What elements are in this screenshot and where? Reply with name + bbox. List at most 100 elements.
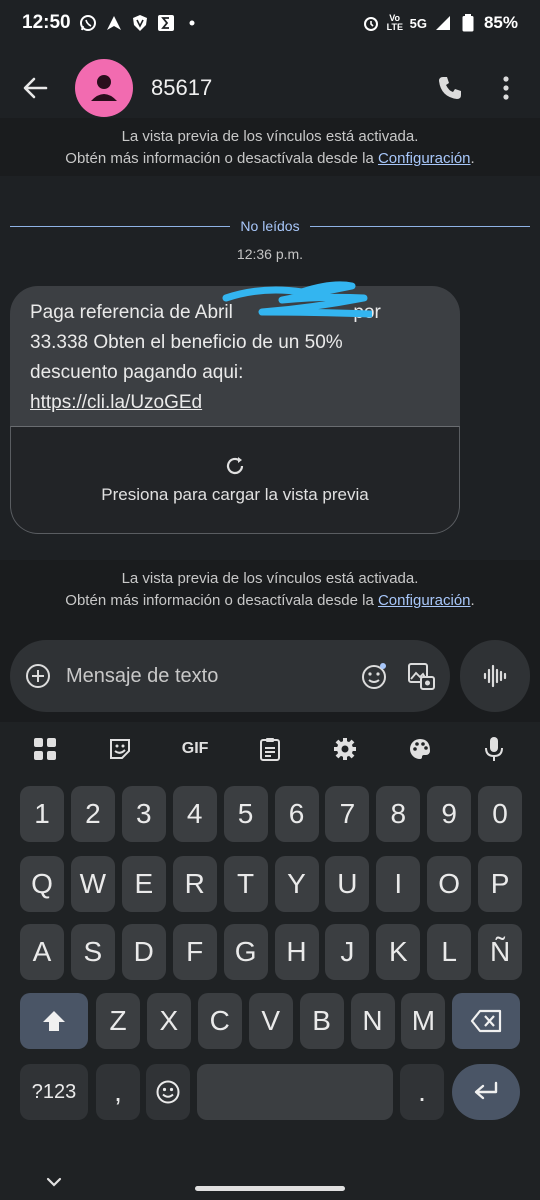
letter-key-j[interactable]: J (325, 924, 370, 980)
emoji-key[interactable] (146, 1064, 190, 1120)
settings-button[interactable] (323, 727, 367, 771)
number-key-0[interactable]: 0 (478, 786, 523, 842)
banner-line-2-bottom: Obtén más información o desactívala desd… (65, 592, 475, 609)
alarm-icon (362, 14, 380, 32)
apps-button[interactable] (23, 727, 67, 771)
letter-key-ñ[interactable]: Ñ (478, 924, 523, 980)
symbols-key[interactable]: ?123 (20, 1064, 88, 1120)
letter-key-v[interactable]: V (248, 993, 293, 1049)
letter-key-t[interactable]: T (223, 856, 268, 912)
volte-label: Vo LTE (386, 13, 403, 32)
number-key-2[interactable]: 2 (70, 786, 115, 842)
refresh-icon (226, 457, 244, 475)
waveform-icon (483, 664, 507, 688)
hide-keyboard-icon[interactable] (44, 1174, 64, 1190)
add-circle-icon (26, 664, 50, 688)
clipboard-button[interactable] (248, 727, 292, 771)
letter-key-q[interactable]: Q (20, 856, 64, 912)
letter-key-l[interactable]: L (427, 924, 472, 980)
settings-link-bottom[interactable]: Configuración (378, 592, 471, 609)
voice-input-button[interactable] (472, 727, 516, 771)
keyboard-row-1: QWERTYUIOP (0, 856, 540, 912)
letter-key-s[interactable]: S (70, 924, 115, 980)
settings-link[interactable]: Configuración (378, 150, 471, 167)
number-key-7[interactable]: 7 (325, 786, 370, 842)
letter-key-f[interactable]: F (172, 924, 217, 980)
clipboard-icon (259, 738, 280, 761)
message-link[interactable]: https://cli.la/UzoGEd (30, 392, 202, 413)
status-bar: 12:50 Vo LTE 5G 85% (0, 0, 540, 46)
letter-key-b[interactable]: B (299, 993, 344, 1049)
letter-key-n[interactable]: N (350, 993, 395, 1049)
letter-key-d[interactable]: D (121, 924, 166, 980)
battery-icon (459, 14, 477, 32)
link-preview-banner-top: La vista previa de los vínculos está act… (0, 118, 540, 176)
shift-icon (43, 1011, 65, 1031)
call-button[interactable] (422, 60, 478, 116)
banner-line-1: La vista previa de los vínculos está act… (121, 128, 419, 145)
home-gesture-bar[interactable] (195, 1186, 345, 1191)
keyboard-toolbar: GIF (0, 722, 540, 776)
compose-area (0, 628, 540, 722)
message-input[interactable] (66, 664, 360, 688)
redaction-scribble (222, 281, 372, 318)
app-a-icon (105, 14, 123, 32)
network-label: 5G (409, 15, 427, 31)
avatar[interactable] (75, 59, 133, 117)
backspace-icon (470, 1009, 502, 1033)
load-preview-button[interactable]: Presiona para cargar la vista previa (10, 426, 460, 534)
notification-dot-icon (183, 14, 201, 32)
period-key[interactable]: . (400, 1064, 444, 1120)
letter-key-c[interactable]: C (197, 993, 242, 1049)
space-key[interactable] (197, 1064, 393, 1120)
letter-key-m[interactable]: M (401, 993, 446, 1049)
letter-key-e[interactable]: E (121, 856, 166, 912)
letter-key-z[interactable]: Z (96, 993, 140, 1049)
number-key-6[interactable]: 6 (274, 786, 319, 842)
number-key-8[interactable]: 8 (376, 786, 421, 842)
more-options-button[interactable] (478, 60, 534, 116)
mic-icon (485, 737, 504, 761)
emoji-icon (362, 663, 386, 689)
banner-line-2: Obtén más información o desactívala desd… (65, 150, 475, 167)
sigma-icon (157, 14, 175, 32)
comma-key[interactable]: , (96, 1064, 140, 1120)
sticker-icon (110, 739, 131, 759)
letter-key-a[interactable]: A (20, 924, 64, 980)
gif-button[interactable]: GIF (173, 727, 217, 771)
shield-icon (131, 14, 149, 32)
letter-key-p[interactable]: P (478, 856, 523, 912)
banner-line-1-bottom: La vista previa de los vínculos está act… (121, 570, 419, 587)
letter-key-o[interactable]: O (427, 856, 472, 912)
emoji-icon (156, 1080, 180, 1104)
number-key-1[interactable]: 1 (20, 786, 64, 842)
letter-key-i[interactable]: I (376, 856, 421, 912)
gallery-button[interactable] (406, 661, 436, 691)
shift-key[interactable] (20, 993, 88, 1049)
whatsapp-icon (79, 14, 97, 32)
letter-key-x[interactable]: X (146, 993, 191, 1049)
theme-button[interactable] (398, 727, 442, 771)
letter-key-u[interactable]: U (325, 856, 370, 912)
contact-name: 85617 (151, 75, 213, 100)
keyboard: GIF 1234567890 QWERTYUIOP ASDFGHJKLÑ ZXC… (0, 722, 540, 1200)
letter-key-r[interactable]: R (172, 856, 217, 912)
number-key-3[interactable]: 3 (121, 786, 166, 842)
voice-message-button[interactable] (460, 640, 530, 712)
number-key-5[interactable]: 5 (223, 786, 268, 842)
emoji-button[interactable] (360, 662, 388, 690)
phone-icon (439, 77, 461, 99)
letter-key-h[interactable]: H (274, 924, 319, 980)
letter-key-y[interactable]: Y (274, 856, 319, 912)
message-timestamp: 12:36 p.m. (236, 246, 304, 262)
add-attachment-button[interactable] (24, 662, 52, 690)
letter-key-w[interactable]: W (70, 856, 115, 912)
number-key-9[interactable]: 9 (427, 786, 472, 842)
sticker-button[interactable] (98, 727, 142, 771)
navigation-bar (0, 1164, 540, 1200)
enter-key[interactable] (452, 1064, 520, 1120)
number-key-4[interactable]: 4 (172, 786, 217, 842)
backspace-key[interactable] (452, 993, 520, 1049)
letter-key-g[interactable]: G (223, 924, 268, 980)
letter-key-k[interactable]: K (376, 924, 421, 980)
